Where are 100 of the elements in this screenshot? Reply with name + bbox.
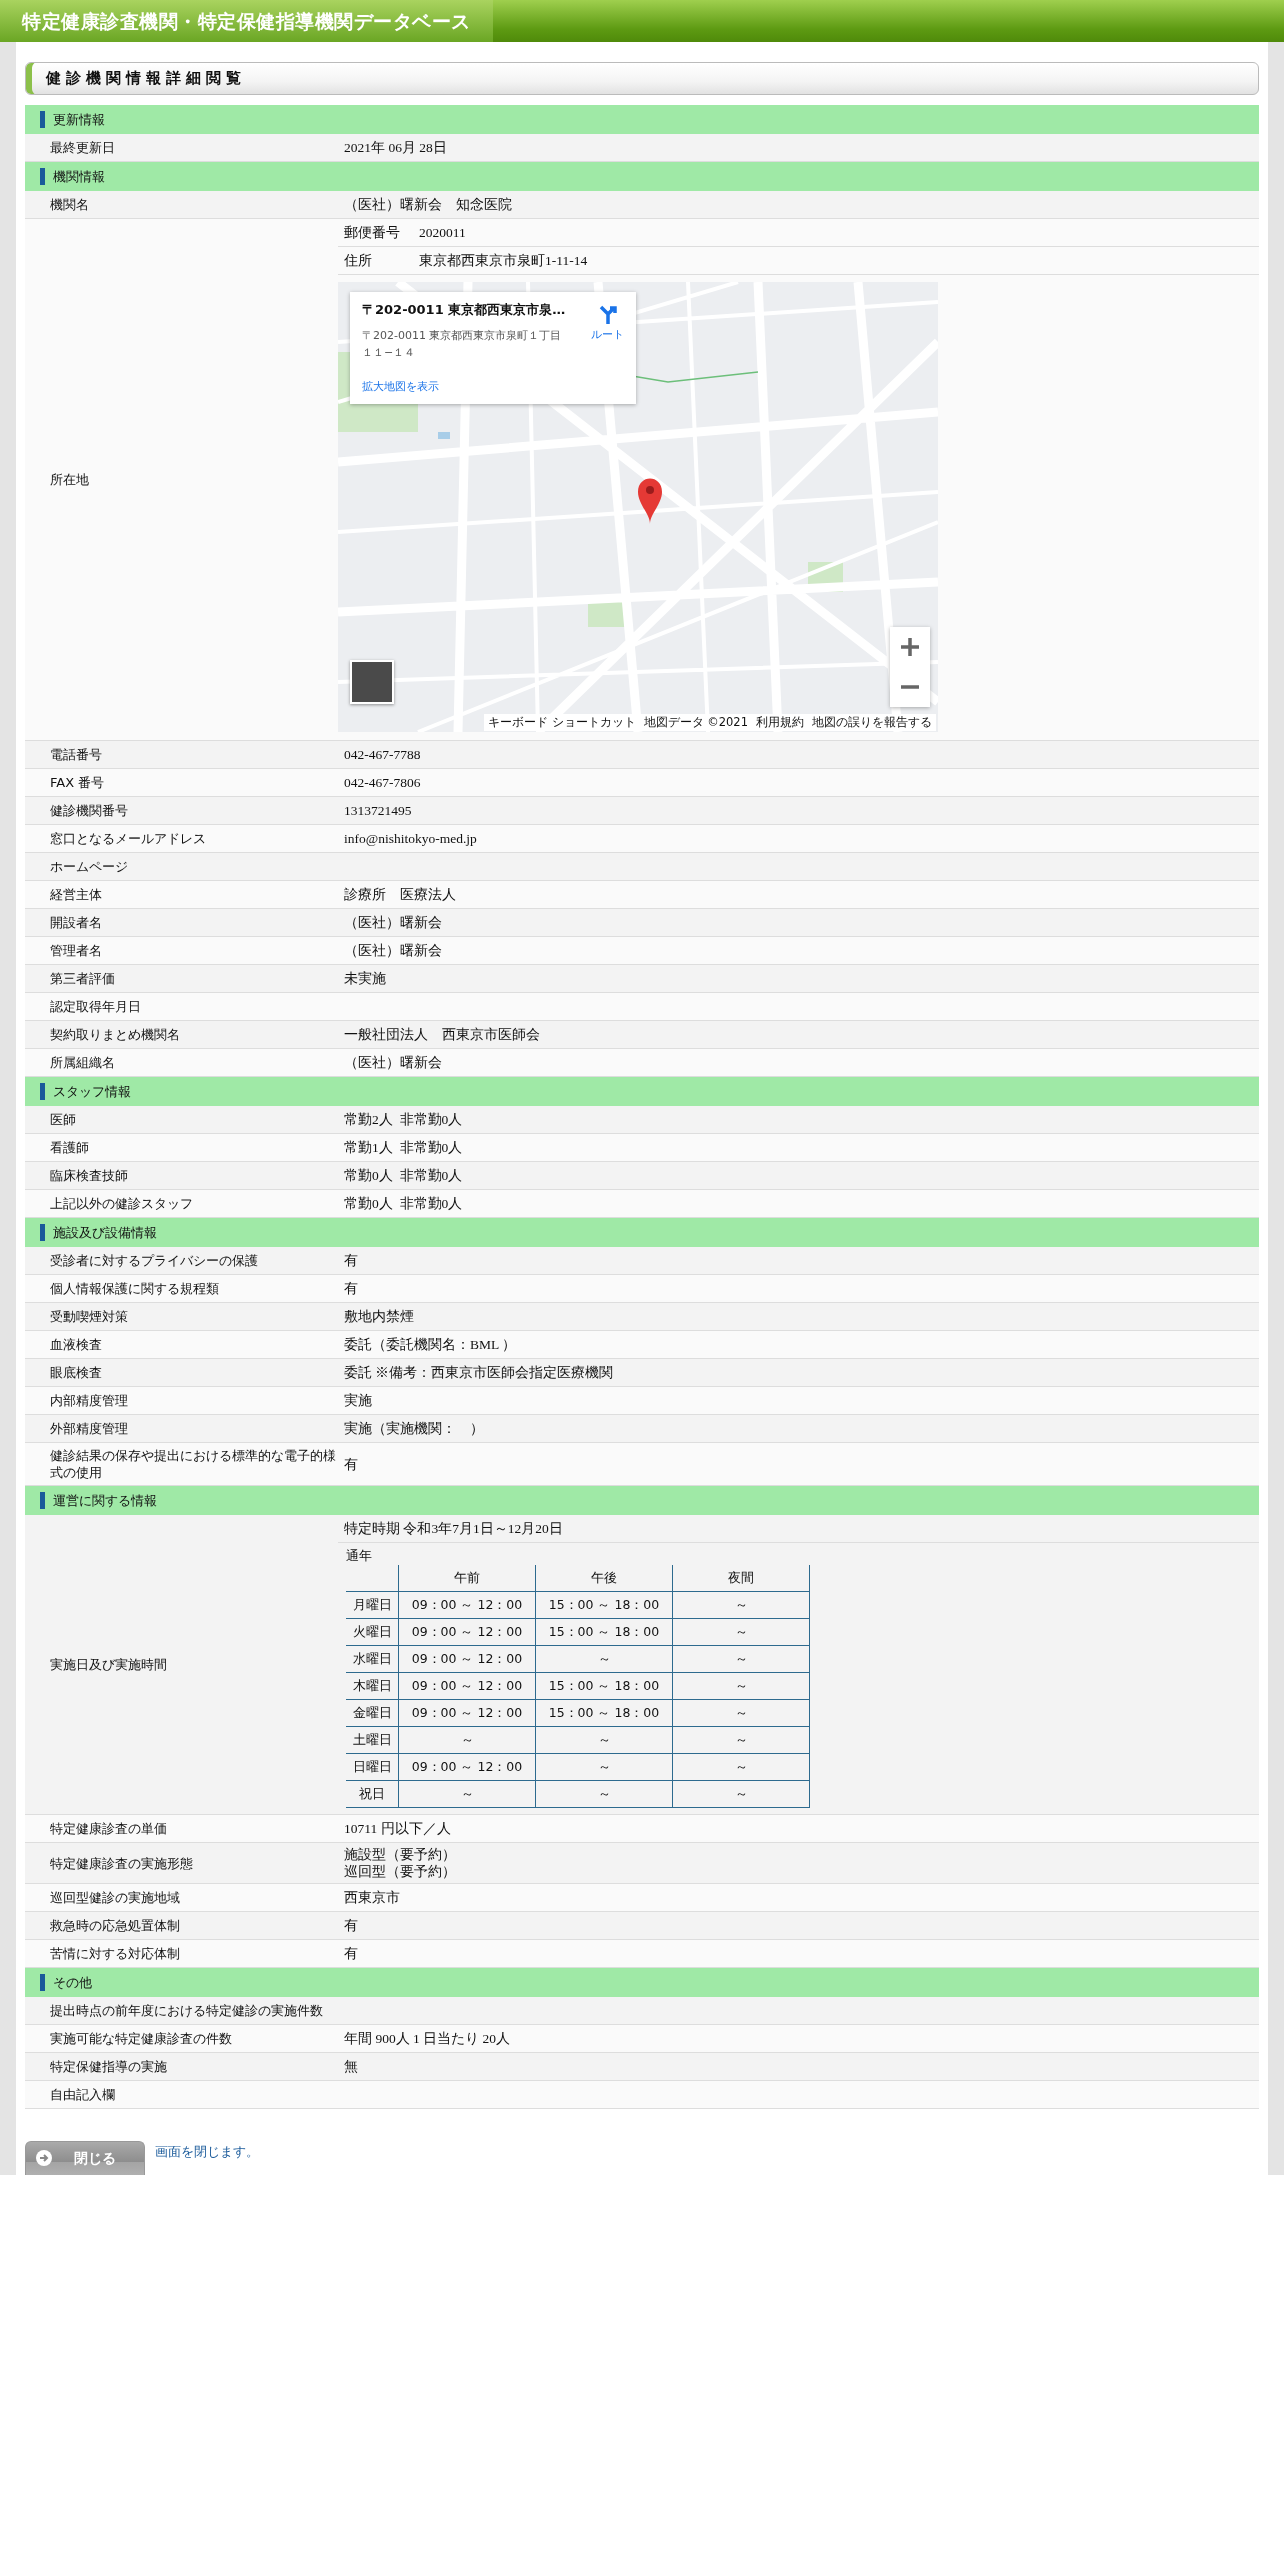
arrow-circle-icon — [36, 2150, 52, 2166]
site-title: 特定健康診査機関・特定保健指導機関データベース — [0, 0, 493, 42]
field-label: 外部精度管理 — [50, 1420, 128, 1437]
time-cell: ～ — [672, 1726, 810, 1754]
field-label: 巡回型健診の実施地域 — [50, 1889, 180, 1906]
page-title: 健診機関情報詳細閲覧 — [46, 69, 246, 88]
field-value: 1313721495 — [344, 802, 412, 819]
field-label: 郵便番号 — [344, 223, 401, 242]
place-title: 〒202-0011 東京都西東京市泉… — [362, 301, 567, 319]
map-footer-link[interactable]: 地図データ ©2021 — [643, 715, 748, 730]
field-label: 開設者名 — [50, 914, 102, 931]
field-value: 委託（委託機関名：BML ） — [344, 1336, 517, 1353]
section-title: スタッフ情報 — [40, 1083, 131, 1100]
field-value: 無 — [344, 2058, 358, 2075]
field-label: 受動喫煙対策 — [50, 1308, 128, 1325]
zoom-out-button[interactable] — [890, 667, 930, 707]
field-label: 特定保健指導の実施 — [50, 2058, 167, 2075]
place-address: 〒202-0011 東京都西東京市泉町１丁目１１−１４ — [362, 328, 562, 361]
time-cell: 09：00 ～ 12：00 — [398, 1699, 536, 1727]
map-footer-link[interactable]: キーボード ショートカット — [487, 715, 636, 730]
column-header: 午後 — [535, 1565, 673, 1592]
field-value: （医社）曙新会 — [344, 1054, 442, 1071]
time-cell: ～ — [672, 1672, 810, 1700]
field-label: 第三者評価 — [50, 970, 115, 987]
satellite-thumbnail[interactable] — [350, 660, 394, 704]
time-cell: ～ — [672, 1780, 810, 1808]
field-label: 内部精度管理 — [50, 1392, 128, 1409]
field-value: 実施（実施機関： ） — [344, 1420, 484, 1437]
day-cell: 木曜日 — [346, 1672, 399, 1700]
field-value: 東京都西東京市泉町1-11-14 — [419, 251, 588, 270]
field-label: 自由記入欄 — [50, 2086, 115, 2103]
day-cell: 土曜日 — [346, 1726, 399, 1754]
field-label: 所属組織名 — [50, 1054, 115, 1071]
field-label: 受診者に対するプライバシーの保護 — [50, 1252, 258, 1269]
field-label: 経営主体 — [50, 886, 102, 903]
field-value: 10711 円以下／人 — [344, 1820, 451, 1837]
day-cell: 月曜日 — [346, 1591, 399, 1619]
field-value: 診療所 医療法人 — [344, 886, 456, 903]
field-value: 委託 ※備考：西東京市医師会指定医療機関 — [344, 1364, 614, 1381]
time-cell: 09：00 ～ 12：00 — [398, 1591, 536, 1619]
field-label: 苦情に対する対応体制 — [50, 1945, 180, 1962]
field-value: 一般社団法人 西東京市医師会 — [344, 1026, 540, 1043]
field-label: 看護師 — [50, 1139, 89, 1156]
field-label: 所在地 — [50, 471, 89, 488]
time-cell: 09：00 ～ 12：00 — [398, 1672, 536, 1700]
map-footer-link[interactable]: 利用規約 — [756, 715, 804, 730]
day-cell: 金曜日 — [346, 1699, 399, 1727]
field-value: 施設型（要予約） — [344, 1846, 457, 1863]
time-cell: ～ — [672, 1753, 810, 1781]
field-label: 個人情報保護に関する規程類 — [50, 1280, 219, 1297]
field-label: 健診機関番号 — [50, 802, 128, 819]
field-label: 眼底検査 — [50, 1364, 102, 1381]
column-header: 夜間 — [672, 1565, 810, 1592]
day-cell: 日曜日 — [346, 1753, 399, 1781]
zoom-in-button[interactable] — [890, 627, 930, 667]
time-cell: 15：00 ～ 18：00 — [535, 1618, 673, 1646]
time-cell: ～ — [672, 1645, 810, 1673]
field-value: 042-467-7806 — [344, 774, 421, 791]
field-value: 有 — [344, 1252, 358, 1269]
field-label: 管理者名 — [50, 942, 102, 959]
field-value: （医社）曙新会 知念医院 — [344, 196, 512, 213]
minus-icon — [901, 685, 919, 689]
close-note-link[interactable]: 画面を閉じます。 — [155, 2143, 259, 2161]
field-value: 常勤0人 非常勤0人 — [344, 1195, 463, 1212]
time-cell: ～ — [535, 1780, 673, 1808]
section-title: 運営に関する情報 — [40, 1492, 157, 1509]
field-value: 2020011 — [419, 224, 466, 241]
field-value: 有 — [344, 1280, 358, 1297]
field-label: 実施可能な特定健康診査の件数 — [50, 2030, 232, 2047]
field-label: 窓口となるメールアドレス — [50, 830, 206, 847]
time-cell: 15：00 ～ 18：00 — [535, 1699, 673, 1727]
section-title: 更新情報 — [40, 111, 105, 128]
section-title: 施設及び設備情報 — [40, 1224, 157, 1241]
field-label: 最終更新日 — [50, 139, 115, 156]
field-value: info@nishitokyo-med.jp — [344, 830, 477, 847]
field-value: 敷地内禁煙 — [344, 1308, 414, 1325]
field-label: 契約取りまとめ機関名 — [50, 1026, 180, 1043]
time-cell: 09：00 ～ 12：00 — [398, 1645, 536, 1673]
map-footer-link[interactable]: 地図の誤りを報告する — [812, 715, 932, 730]
field-label: 臨床検査技師 — [50, 1167, 128, 1184]
field-label: 特定健康診査の実施形態 — [50, 1854, 193, 1872]
field-label: 医師 — [50, 1111, 76, 1128]
field-value: 巡回型（要予約） — [344, 1863, 457, 1880]
field-label: 上記以外の健診スタッフ — [50, 1195, 193, 1212]
route-link[interactable]: ルート — [591, 327, 624, 342]
field-label: 認定取得年月日 — [50, 998, 141, 1015]
time-cell: ～ — [535, 1645, 673, 1673]
field-label: 機関名 — [50, 196, 89, 213]
field-value: 042-467-7788 — [344, 746, 421, 763]
field-value: 常勤0人 非常勤0人 — [344, 1167, 463, 1184]
day-cell: 祝日 — [346, 1780, 399, 1808]
field-label: 提出時点の前年度における特定健診の実施件数 — [50, 2002, 323, 2019]
day-cell: 水曜日 — [346, 1645, 399, 1673]
field-label: ホームページ — [50, 858, 128, 875]
time-cell: ～ — [535, 1753, 673, 1781]
field-value: （医社）曙新会 — [344, 914, 442, 931]
larger-map-link[interactable]: 拡大地図を表示 — [362, 379, 439, 394]
field-value: 西東京市 — [344, 1889, 400, 1906]
time-cell: ～ — [535, 1726, 673, 1754]
field-label: 電話番号 — [50, 746, 102, 763]
